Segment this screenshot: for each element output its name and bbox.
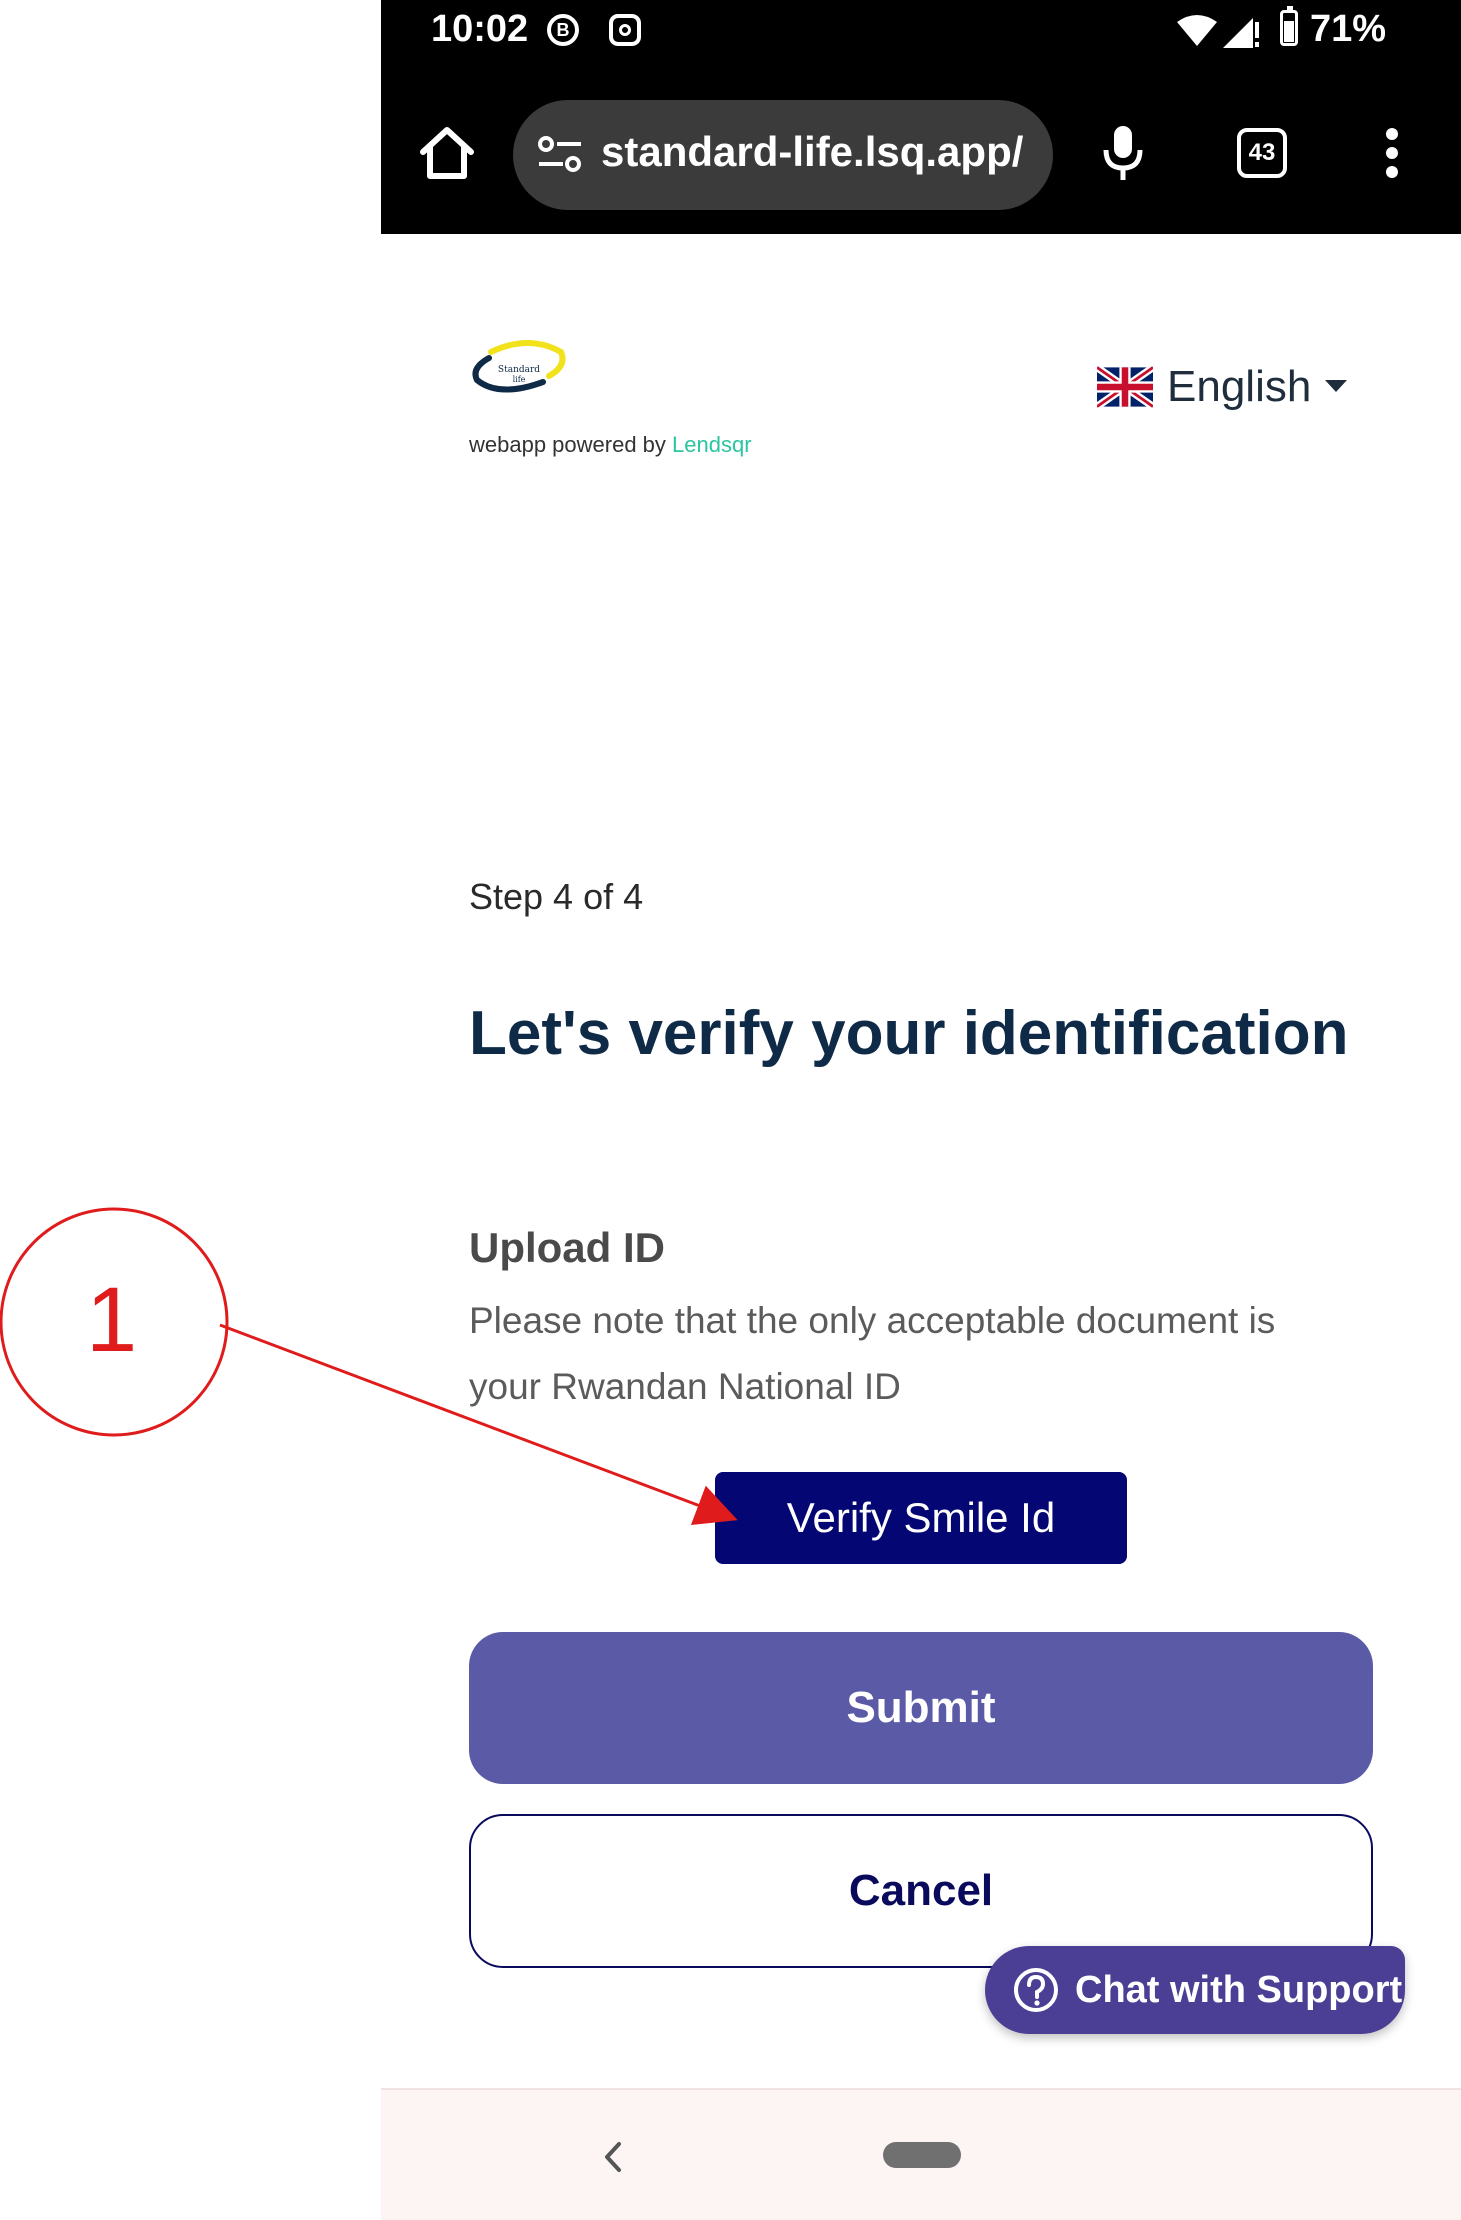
cancel-button[interactable]: Cancel — [469, 1814, 1373, 1968]
step-indicator: Step 4 of 4 — [469, 876, 644, 917]
mic-icon[interactable] — [1103, 124, 1143, 182]
phone-screen: 10:02 B 71% standard-life.lsq.app/ 43 St… — [381, 0, 1461, 2220]
tabs-icon[interactable]: 43 — [1237, 128, 1287, 178]
more-vert-icon[interactable] — [1385, 128, 1399, 178]
battery-percent: 71% — [1310, 8, 1387, 50]
battery-icon — [1280, 6, 1298, 46]
lendsqr-link[interactable]: Lendsqr — [672, 432, 752, 457]
upload-id-heading: Upload ID — [469, 1224, 665, 1271]
address-bar[interactable]: standard-life.lsq.app/ — [513, 100, 1053, 210]
url-text: standard-life.lsq.app/ — [601, 128, 1024, 175]
browser-toolbar: standard-life.lsq.app/ 43 — [381, 66, 1461, 234]
home-icon[interactable] — [419, 126, 475, 180]
language-label: English — [1167, 362, 1312, 411]
chat-with-support-button[interactable]: Chat with Support — [985, 1946, 1405, 2034]
signal-icon — [1223, 18, 1259, 48]
back-icon[interactable] — [603, 2142, 623, 2172]
svg-text:life: life — [513, 375, 526, 384]
b-circle-icon: B — [547, 14, 579, 46]
upload-id-note: Please note that the only acceptable doc… — [469, 1300, 1276, 1407]
chevron-down-icon — [1325, 380, 1348, 392]
page-title: Let's verify your identification — [469, 999, 1349, 1068]
standard-life-logo: Standard life — [472, 340, 566, 393]
system-nav-bar — [381, 2088, 1461, 2220]
wifi-icon — [1177, 15, 1217, 46]
powered-by-prefix: webapp powered by — [469, 432, 666, 457]
annotation-number: 1 — [86, 1269, 138, 1371]
instagram-icon — [609, 14, 641, 46]
tune-icon[interactable] — [537, 136, 583, 172]
status-bar: 10:02 B 71% — [381, 0, 1461, 66]
language-selector[interactable]: English — [1097, 362, 1348, 412]
submit-button[interactable]: Submit — [469, 1632, 1373, 1784]
home-gesture-pill[interactable] — [883, 2142, 961, 2168]
svg-text:Standard: Standard — [498, 365, 540, 375]
chat-label: Chat with Support — [1075, 1968, 1403, 2011]
verify-smile-id-button[interactable]: Verify Smile Id — [715, 1472, 1127, 1564]
help-circle-icon — [1014, 1968, 1058, 2012]
powered-by-text: webapp powered by Lendsqr — [469, 432, 752, 458]
status-time: 10:02 — [431, 8, 529, 50]
uk-flag-icon — [1097, 366, 1153, 408]
